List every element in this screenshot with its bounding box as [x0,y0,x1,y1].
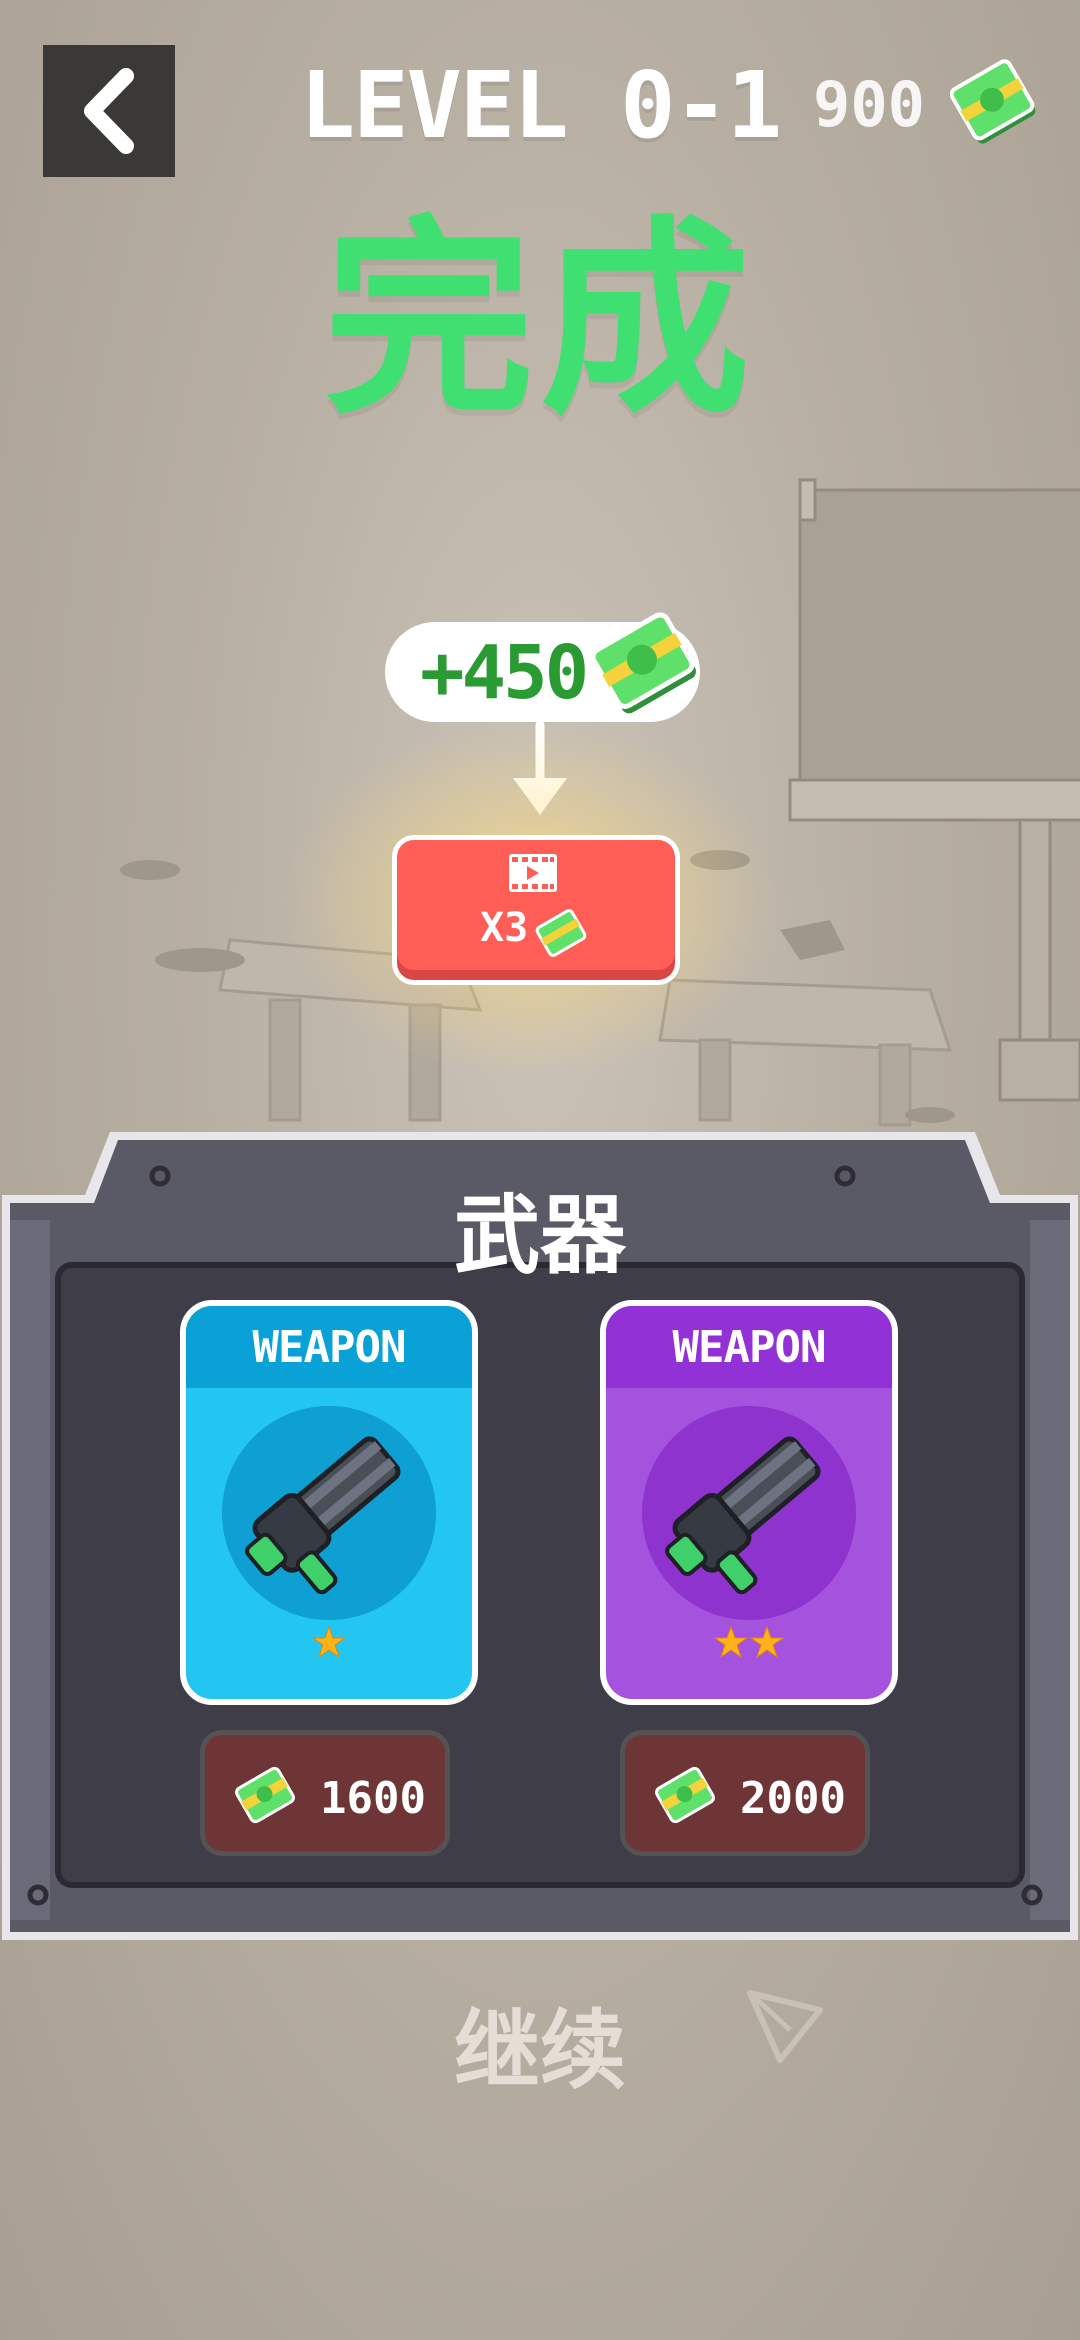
weapon-card-header: WEAPON [186,1306,472,1388]
buy-weapon-2-button[interactable]: 2000 [620,1730,870,1856]
star-icon [750,1626,784,1658]
minigun-icon [665,1436,821,1595]
minigun-icon [245,1436,401,1595]
weapon-price: 2000 [740,1773,846,1824]
weapon-card-header: WEAPON [606,1306,892,1388]
continue-button[interactable]: 继续 [0,1980,1080,2105]
weapons-panel-title: 武器 [454,1186,626,1286]
coin-count: 900 [813,68,925,141]
video-multiplier-label: X3 [480,905,529,951]
weapon-card-1[interactable]: WEAPON [180,1300,478,1705]
buy-weapon-1-button[interactable]: 1600 [200,1730,450,1856]
cash-icon [590,612,696,714]
cash-icon [535,909,587,957]
paper-plane-icon [747,1990,823,2063]
cash-icon [950,59,1036,144]
reward-amount: +450 [420,630,589,716]
level-complete-title: 完成 [323,198,756,443]
film-play-icon [509,854,557,892]
star-icon [714,1626,748,1658]
weapon-card-2[interactable]: WEAPON [600,1300,898,1705]
cash-icon [235,1766,295,1824]
weapon-price: 1600 [320,1773,426,1824]
star-icon [312,1626,346,1658]
cash-icon [655,1766,715,1824]
